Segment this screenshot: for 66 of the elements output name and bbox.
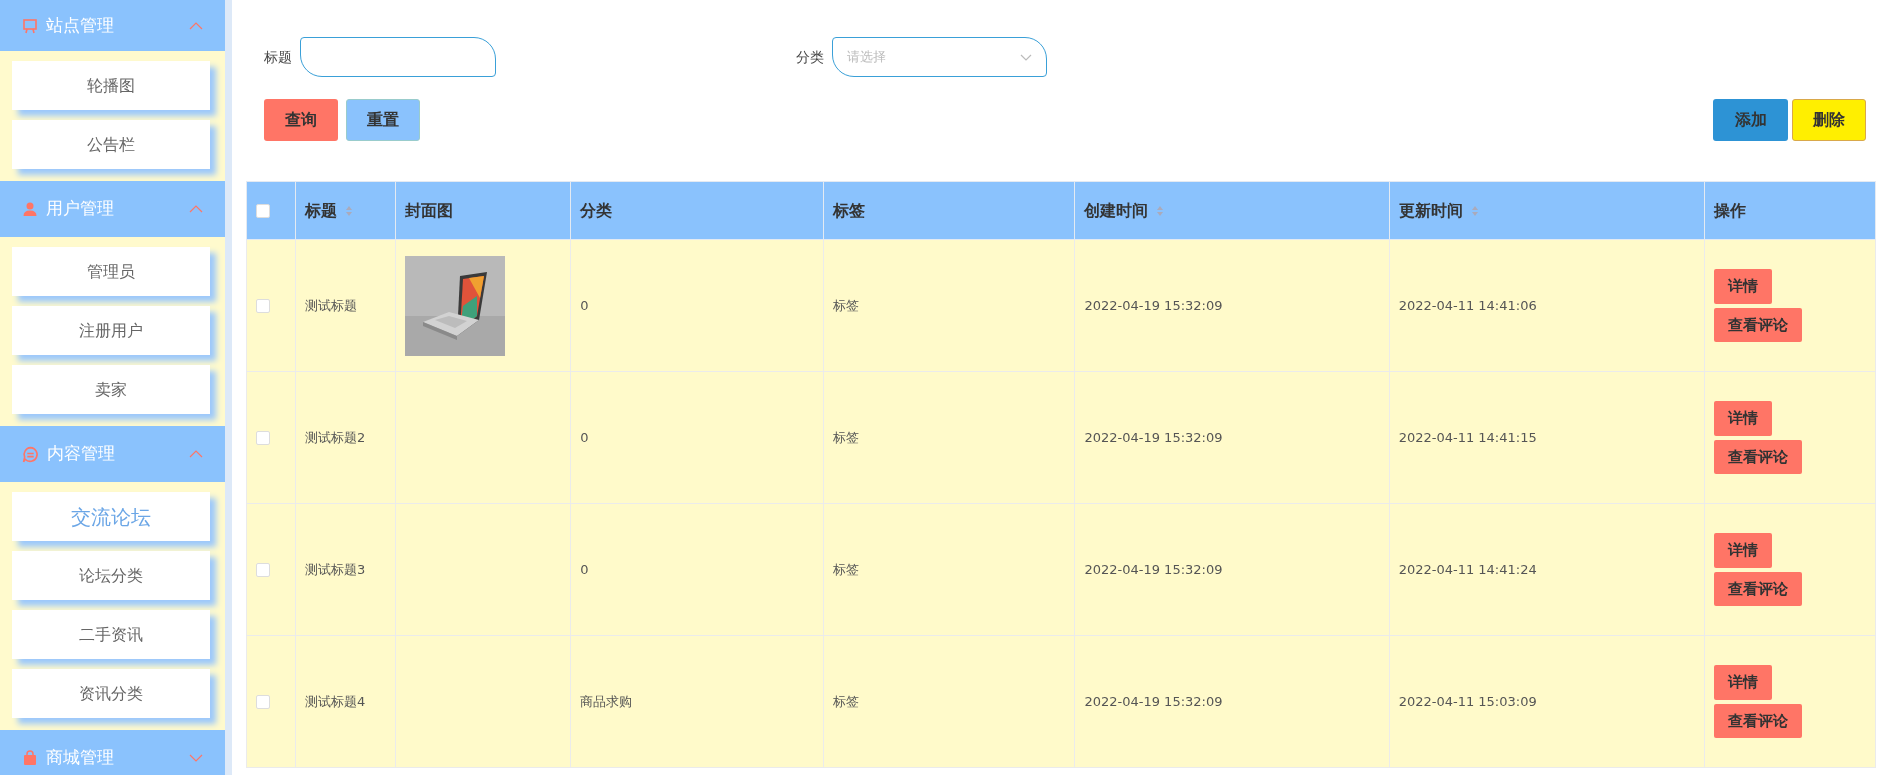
row-checkbox[interactable] [256, 299, 270, 314]
table-cell: 商品求购 [580, 693, 633, 709]
reset-button[interactable]: 重置 [346, 99, 420, 141]
field-label: 标题 [264, 47, 292, 67]
sort-icon[interactable] [1470, 204, 1479, 217]
table-cell: 2022-04-11 14:41:24 [1398, 561, 1537, 577]
sidebar-item[interactable]: 管理员 [12, 247, 210, 296]
column-header[interactable]: 封面图 [405, 198, 454, 223]
row-checkbox[interactable] [256, 563, 270, 578]
table-cell: 标签 [833, 429, 860, 445]
column-header[interactable]: 分类 [580, 198, 613, 223]
table-cell: 2022-04-19 15:32:09 [1084, 693, 1223, 709]
table-cell: 测试标题4 [305, 693, 366, 709]
sort-icon[interactable] [1156, 204, 1165, 217]
table-cell: 测试标题3 [305, 561, 366, 577]
table-cell: 2022-04-19 15:32:09 [1084, 297, 1223, 313]
details-button[interactable]: 详情 [1713, 269, 1772, 304]
chevron-down-icon[interactable] [189, 754, 203, 762]
view-comments-button[interactable]: 查看评论 [1713, 307, 1802, 342]
table-cell: 2022-04-11 14:41:06 [1398, 297, 1537, 313]
chevron-up-icon[interactable] [189, 450, 203, 458]
column-header[interactable]: 创建时间 [1084, 198, 1165, 223]
sidebar-item[interactable]: 资讯分类 [12, 669, 210, 718]
chat-icon [22, 445, 39, 463]
details-button[interactable]: 详情 [1713, 665, 1772, 700]
table-cell: 0 [580, 297, 589, 313]
view-comments-button[interactable]: 查看评论 [1713, 439, 1802, 474]
column-header[interactable]: 更新时间 [1398, 198, 1479, 223]
person-icon [22, 201, 38, 217]
sidebar-item[interactable]: 轮播图 [12, 61, 210, 110]
sort-icon[interactable] [345, 204, 353, 217]
table-cell: 标签 [833, 693, 860, 709]
sidebar-item[interactable]: 二手资讯 [12, 610, 210, 659]
sidebar-item[interactable]: 公告栏 [12, 120, 210, 169]
view-comments-button[interactable]: 查看评论 [1713, 571, 1802, 606]
details-button[interactable]: 详情 [1713, 401, 1772, 436]
view-comments-button[interactable]: 查看评论 [1713, 703, 1802, 738]
table-cell: 测试标题2 [305, 429, 366, 445]
delete-button[interactable]: 删除 [1792, 99, 1866, 141]
table-cell: 标签 [833, 297, 860, 313]
sidebar-item[interactable]: 卖家 [12, 365, 210, 414]
field-label: 分类 [796, 47, 824, 67]
chevron-up-icon[interactable] [189, 21, 203, 30]
table-cell: 2022-04-19 15:32:09 [1084, 429, 1223, 445]
column-header[interactable]: 操作 [1713, 198, 1746, 223]
query-button[interactable]: 查询 [264, 99, 338, 141]
table-cell: 2022-04-19 15:32:09 [1084, 561, 1223, 577]
table-cell: 0 [580, 429, 589, 445]
row-checkbox[interactable] [256, 695, 270, 710]
table-cell: 2022-04-11 14:41:15 [1398, 429, 1537, 445]
table-cell: 标签 [833, 561, 860, 577]
table-cell: 2022-04-11 15:03:09 [1398, 693, 1537, 709]
add-button[interactable]: 添加 [1713, 99, 1788, 141]
row-checkbox[interactable] [256, 431, 270, 446]
column-header[interactable]: 标签 [833, 198, 866, 223]
details-button[interactable]: 详情 [1713, 533, 1772, 568]
table-cell: 测试标题 [305, 297, 357, 313]
chevron-up-icon[interactable] [189, 205, 203, 213]
sidebar-item[interactable]: 论坛分类 [12, 551, 210, 600]
sidebar-item[interactable]: 注册用户 [12, 306, 210, 355]
input-field[interactable] [300, 37, 496, 77]
select-all-checkbox[interactable] [256, 204, 270, 218]
chevron-down-icon [1020, 53, 1032, 61]
easel-icon [22, 17, 38, 34]
bag-icon [22, 750, 38, 766]
table-cell: 0 [580, 561, 589, 577]
